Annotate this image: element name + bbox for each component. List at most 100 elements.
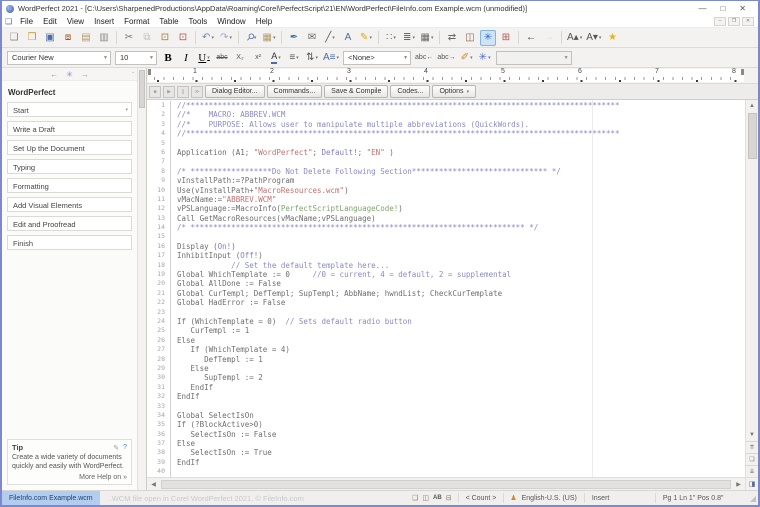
highlight-button[interactable]: ✎ ▾ [358, 30, 374, 46]
next-page-icon[interactable]: ⇊ [745, 465, 758, 477]
font-size-down-button[interactable]: A▾ ▾ [585, 30, 602, 46]
code-text[interactable]: EndIf [171, 392, 200, 401]
underline-button[interactable]: U ▾ [196, 50, 212, 66]
menu-view[interactable]: View [62, 17, 89, 26]
macro-vcr-button[interactable]: ≫ [191, 85, 203, 98]
pin-icon[interactable]: ✎ [113, 444, 119, 452]
code-text[interactable]: InhibitInput (Off!) [171, 251, 263, 260]
font-face-combo[interactable]: Courier New ▼ [7, 50, 111, 65]
code-text[interactable]: Global SelectIsOn [171, 411, 254, 420]
code-text[interactable] [171, 308, 177, 317]
chevron-down-icon[interactable]: ▾ [393, 35, 396, 41]
menu-help[interactable]: Help [251, 17, 277, 26]
code-text[interactable] [171, 157, 177, 166]
options-button[interactable]: Options ▾ [432, 85, 477, 98]
styles-combo[interactable]: <None> ▼ [343, 50, 412, 65]
code-text[interactable]: /* *************************************… [171, 223, 538, 232]
code-text[interactable]: vMacName:="ABBREV.WCM" [171, 195, 276, 204]
save-button[interactable]: ▣ [42, 30, 58, 46]
right-margin-marker[interactable] [741, 69, 744, 75]
quickword-prev-button[interactable]: abc← [414, 50, 434, 66]
doc-close-button[interactable]: ✕ [742, 16, 754, 26]
code-text[interactable] [171, 402, 177, 411]
horizontal-scrollbar-thumb[interactable] [161, 479, 731, 489]
code-text[interactable]: Global WhichTemplate := 0 //0 = current,… [171, 270, 511, 279]
codes-button[interactable]: Codes... [390, 85, 431, 98]
table-button[interactable]: ▦ ▾ [419, 30, 435, 46]
subscript-button[interactable]: X₂ [232, 50, 248, 66]
code-text[interactable]: Application (A1; "WordPerfect"; Default!… [171, 148, 394, 157]
dialog-editor-button[interactable]: Dialog Editor... [205, 85, 265, 98]
nav-back-icon[interactable]: ← [50, 70, 58, 79]
code-text[interactable]: SupTempl := 2 [171, 373, 263, 382]
code-text[interactable]: vInstallPath:=?PathProgram [171, 176, 294, 185]
justification-button[interactable]: ≡ ▾ [286, 50, 302, 66]
macro-vcr-button[interactable]: ■ [149, 85, 161, 98]
chevron-down-icon[interactable]: ▼ [100, 55, 108, 61]
doc-minimize-button[interactable]: – [714, 16, 726, 26]
left-margin-marker[interactable] [148, 69, 151, 75]
strikethrough-button[interactable]: abc [214, 50, 230, 66]
chevron-down-icon[interactable]: ▾ [315, 55, 318, 61]
sidebar-item-edit-and-proofread[interactable]: Edit and Proofread [7, 216, 132, 231]
page-status-icon[interactable]: ❏ [412, 494, 418, 502]
new-document-button[interactable]: ❏ [6, 30, 22, 46]
macro-play-button[interactable]: ✳ [480, 29, 496, 46]
chevron-down-icon[interactable]: ▼ [146, 55, 154, 61]
macro-code-editor[interactable]: 1//*************************************… [147, 100, 745, 477]
scroll-left-icon[interactable]: ◀ [147, 478, 160, 490]
code-text[interactable]: Else [171, 364, 209, 373]
code-text[interactable]: Else [171, 336, 195, 345]
open-button[interactable]: ❒ [24, 30, 40, 46]
chevron-down-icon[interactable]: ▾ [580, 35, 583, 41]
scroll-up-icon[interactable]: ▲ [746, 100, 759, 112]
mail-button[interactable]: ✉ [304, 30, 320, 46]
merge-button[interactable]: ⇄ [444, 30, 460, 46]
forward-button[interactable]: → [541, 30, 557, 46]
book-status-icon[interactable]: ◫ [422, 494, 429, 502]
code-text[interactable]: CurTempl := 1 [171, 326, 250, 335]
menu-insert[interactable]: Insert [89, 17, 119, 26]
help-icon[interactable]: ? [123, 444, 127, 452]
code-text[interactable]: Else [171, 439, 195, 448]
quickformat-button[interactable]: ✒ [286, 30, 302, 46]
horizontal-scrollbar[interactable]: ◀ ▶ ◨ [147, 477, 758, 491]
code-text[interactable]: /* ******************Do Not Delete Follo… [171, 167, 561, 176]
maximize-button[interactable]: □ [720, 4, 725, 14]
print-button[interactable]: ▥ [96, 30, 112, 46]
code-text[interactable]: EndIf [171, 458, 200, 467]
ab-status-icon[interactable]: AB [433, 495, 442, 501]
font-size-combo[interactable]: 10 ▼ [115, 50, 157, 65]
text-box-button[interactable]: A [340, 30, 356, 46]
minimize-button[interactable]: — [698, 4, 706, 14]
code-text[interactable]: If (WhichTemplate = 0) // Sets default r… [171, 317, 412, 326]
draw-line-button[interactable]: ╱ ▾ [322, 30, 338, 46]
code-text[interactable]: // Set the default template here... [171, 261, 389, 270]
quickword-next-button[interactable]: abc→ [436, 50, 456, 66]
menu-window[interactable]: Window [212, 17, 250, 26]
menu-table[interactable]: Table [154, 17, 183, 26]
sidebar-scrollbar[interactable] [137, 68, 147, 490]
chevron-down-icon[interactable]: ▾ [332, 35, 335, 41]
document-menu-icon[interactable]: ❏ [5, 17, 12, 26]
sidebar-pin-icon[interactable]: ▪ [132, 70, 134, 76]
code-text[interactable]: Use(vInstallPath+"MacroResources.wcm") [171, 186, 349, 195]
menu-file[interactable]: File [15, 17, 38, 26]
cut-button[interactable]: ✂ [121, 30, 137, 46]
code-text[interactable]: SelectIsOn := True [171, 448, 272, 457]
browse-by-icon[interactable]: ◨ [745, 477, 758, 491]
commands-button[interactable]: Commands... [266, 85, 323, 98]
macro-tools-button[interactable]: ✳ ▾ [477, 50, 493, 66]
chevron-down-icon[interactable]: ▾ [211, 35, 214, 41]
chevron-down-icon[interactable]: ▾ [431, 35, 434, 41]
macro-vcr-button[interactable]: ▶ [163, 85, 175, 98]
line-spacing-button[interactable]: ⇅ ▾ [304, 50, 320, 66]
scroll-down-icon[interactable]: ▼ [746, 429, 759, 441]
vertical-scrollbar[interactable]: ▲ ▼ ⇈ ❏ ⇊ [745, 100, 758, 477]
favorites-button[interactable]: ★ [604, 30, 620, 46]
close-button[interactable]: ✕ [739, 4, 746, 14]
code-text[interactable]: If (?BlockActive>0) [171, 420, 263, 429]
cursor-position-status[interactable]: Pg 1 Ln 1" Pos 0.8" [660, 495, 744, 502]
sidebar-item-finish[interactable]: Finish [7, 235, 132, 250]
reference-book-button[interactable]: ◫ [462, 30, 478, 46]
